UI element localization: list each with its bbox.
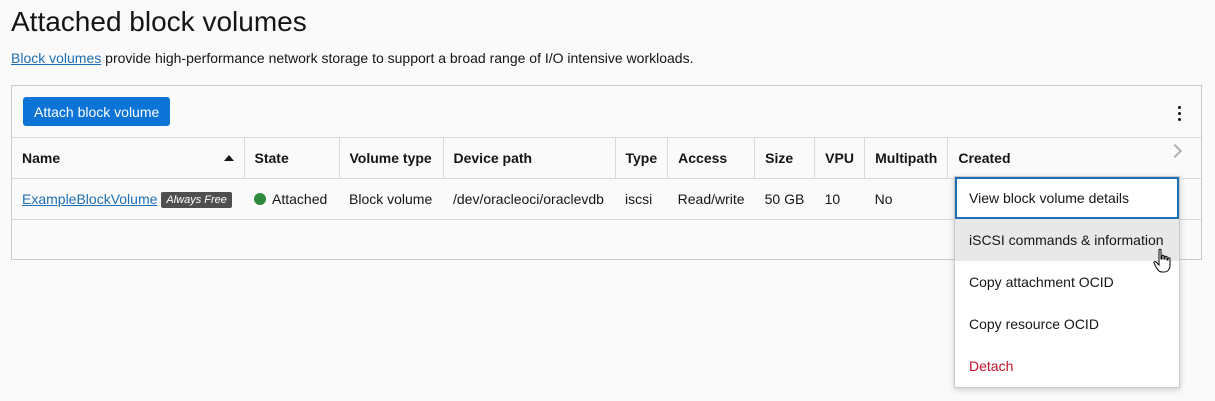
attach-block-volume-button[interactable]: Attach block volume (23, 97, 171, 126)
column-header-name[interactable]: Name (12, 137, 244, 179)
state-text: Attached (272, 191, 328, 207)
page-description: Block volumes provide high-performance n… (11, 50, 693, 66)
sort-ascending-icon[interactable] (223, 155, 234, 161)
page-title: Attached block volumes (11, 6, 307, 37)
menu-item-copy-attachment-ocid[interactable]: Copy attachment OCID (955, 261, 1179, 303)
cell-multipath: No (864, 178, 948, 220)
column-label: Name (22, 150, 61, 166)
status-dot-icon (254, 193, 266, 205)
menu-item-view-details[interactable]: View block volume details (955, 177, 1179, 219)
column-header-size[interactable]: Size (754, 137, 815, 179)
column-header-type[interactable]: Type (614, 137, 668, 179)
kebab-menu-icon[interactable] (1169, 93, 1189, 133)
cell-state: Attached (244, 178, 339, 220)
volume-name-link[interactable]: ExampleBlockVolume (22, 191, 157, 207)
column-header-created[interactable]: Created (947, 137, 1201, 179)
description-text: provide high-performance network storage… (101, 50, 694, 66)
column-header-access[interactable]: Access (667, 137, 755, 179)
column-header-multipath[interactable]: Multipath (864, 137, 948, 179)
column-header-device-path[interactable]: Device path (442, 137, 615, 179)
menu-item-iscsi-commands[interactable]: iSCSI commands & information (955, 219, 1179, 261)
row-actions-menu: View block volume details iSCSI commands… (954, 176, 1180, 388)
always-free-badge: Always Free (161, 191, 232, 208)
table-header-row: Name State Volume type Device path Type … (12, 137, 1201, 179)
column-header-volume-type[interactable]: Volume type (338, 137, 443, 179)
cell-name: ExampleBlockVolume Always Free (12, 178, 244, 220)
block-volumes-link[interactable]: Block volumes (11, 50, 101, 66)
menu-item-detach[interactable]: Detach (955, 345, 1179, 387)
cell-volume-type: Block volume (339, 178, 443, 220)
cell-access: Read/write (667, 178, 755, 220)
menu-item-copy-resource-ocid[interactable]: Copy resource OCID (955, 303, 1179, 345)
cell-size: 50 GB (754, 178, 815, 220)
cell-vpu: 10 (814, 178, 865, 220)
column-header-vpu[interactable]: VPU (814, 137, 865, 179)
cell-device-path: /dev/oracleoci/oraclevdb (443, 178, 615, 220)
hand-pointer-cursor-icon (1153, 248, 1171, 273)
column-header-state[interactable]: State (243, 137, 339, 179)
cell-type: iscsi (615, 178, 668, 220)
